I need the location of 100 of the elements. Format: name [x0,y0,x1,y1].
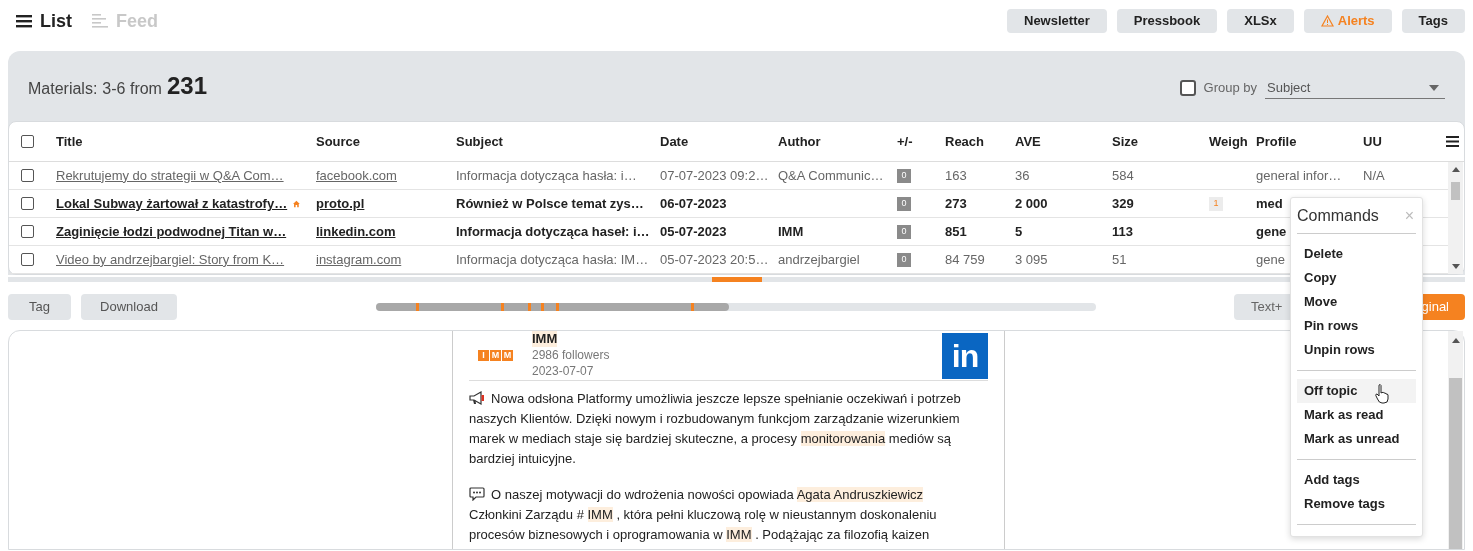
table-cell-text: Q&A Communic… [778,166,884,185]
score-badge: 0 [897,168,911,183]
table-cell-text: gene [1256,222,1287,241]
table-cell-text: 2 000 [1015,194,1048,213]
menu-item[interactable]: Add tags [1297,468,1416,492]
materials-range: 3-6 from [102,79,162,99]
title-link[interactable]: Rekrutujemy do strategii w Q&A Com… [56,165,284,186]
menu-item[interactable]: Unpin rows [1297,338,1416,362]
table-cell-text: 06-07-2023 [660,194,727,213]
table-cell-text: 273 [945,194,967,213]
scroll-up-icon [1451,167,1460,172]
post-paragraph: Nowa odsłona Platformy umożliwia jeszcze lepsze spełnianie oczekiwań i potrzeb naszych Klientów. Dzięki nowym i rozbudowanym funkcjom zarządzanie wizerunkiem marek w mediach staje się bardziej skuteczne, a procesy monitorowania mediów są bardziej intuicyjne. [469,390,962,468]
table-cell-text: Informacja dotycząca haseł: i… [456,222,650,241]
source-link[interactable]: facebook.com [316,165,397,186]
author-name: IMM [532,331,558,347]
column-header[interactable]: UU [1363,133,1382,149]
menu-item[interactable]: Off topic [1297,379,1416,403]
column-header[interactable]: Title [56,133,83,149]
table-cell-text: 584 [1112,166,1134,185]
menu-item[interactable]: Mark as unread [1297,427,1416,451]
source-link[interactable]: linkedin.com [316,221,396,242]
table-cell-text: med [1256,194,1283,213]
source-link[interactable]: proto.pl [316,193,365,214]
score-badge: 0 [897,224,911,239]
toolbar-button[interactable]: Tags [1401,9,1465,33]
row-checkbox[interactable] [21,197,34,210]
pointer-cursor-icon [1375,384,1389,404]
column-header[interactable]: +/- [897,133,913,149]
menu-item[interactable]: Mark as read [1297,403,1416,427]
splitter-handle[interactable] [711,277,762,282]
row-checkbox[interactable] [21,169,34,182]
table-cell-text: 3 095 [1015,250,1048,269]
table-cell-text: Informacja dotycząca hasła: i… [456,166,637,185]
column-menu-icon [1446,136,1459,147]
company-logo: I M M [478,350,513,361]
list-icon [16,14,32,28]
table-cell-text: andrzejbargiel [778,250,860,269]
row-checkbox[interactable] [21,253,34,266]
table-cell-text: 05-07-2023 [660,222,727,241]
action-button[interactable]: Tag [8,294,71,320]
scrollbar[interactable] [1448,331,1463,549]
scrollbar[interactable] [1448,162,1463,274]
toolbar-button[interactable]: XLSx [1227,9,1294,33]
feed-icon [92,13,108,29]
column-header[interactable]: AVE [1015,133,1041,149]
column-header[interactable]: Subject [456,133,503,149]
group-by-checkbox[interactable] [1179,80,1196,96]
dropdown-caret-icon [1429,84,1439,91]
table-cell-text: gene [1256,250,1285,269]
select-all-checkbox[interactable] [21,135,34,148]
column-header[interactable]: Size [1112,133,1138,149]
table-cell-text: 329 [1112,194,1134,213]
scrollbar-thumb[interactable] [1451,182,1460,200]
group-by-select[interactable]: Subject [1265,77,1445,99]
scroll-down-icon [1451,264,1460,269]
table-cell-text: 851 [945,222,967,241]
column-header[interactable]: Date [660,133,689,149]
post-date: 2023-07-07 [532,363,595,379]
table-cell-text: 05-07-2023 20:5… [660,250,769,269]
weight-badge: 1 [1209,196,1223,211]
toolbar-button[interactable]: Pressbook [1116,9,1218,33]
table-cell-text: Również w Polsce temat zys… [456,194,644,213]
title-link[interactable]: Video by andrzejbargiel: Story from K… [56,249,285,270]
materials-total: 231 [166,71,207,101]
title-link[interactable]: Lokal Subway żartował z katastrofy… [56,193,288,214]
menu-item[interactable]: Copy [1297,266,1416,290]
score-badge: 0 [897,196,911,211]
title-link[interactable]: Zaginięcie łodzi podwodnej Titan w… [56,221,287,242]
megaphone-icon [469,391,485,405]
source-link[interactable]: instagram.com [316,249,402,270]
column-header[interactable]: Source [316,133,361,149]
row-checkbox[interactable] [21,225,34,238]
action-button[interactable]: Download [81,294,177,320]
list-view-tab[interactable]: List [16,7,72,35]
table-cell-text: 5 [1015,222,1023,241]
table-cell-text: N/A [1363,166,1385,185]
toolbar-button[interactable]: Newsletter [1007,9,1107,33]
post-paragraph: O naszej motywacji do wdrożenia nowości opowiada Agata Andruszkiewicz Członkini Zarządu # IMM , która pełni kluczową rolę w nieustannym doskonaleniu procesów biznesowych i oprogramowania w IMM . Podążając za filozofią kaizen [469,486,938,544]
table-cell-text: 51 [1112,250,1127,269]
column-header[interactable]: Profile [1256,133,1297,149]
menu-item[interactable]: Delete [1297,242,1416,266]
materials-label: Materials: [28,79,98,99]
menu-item[interactable]: Remove tags [1297,492,1416,516]
table-cell-text: 84 759 [945,250,985,269]
scrollbar-thumb[interactable] [1449,378,1462,549]
speech-bubble-icon [469,487,485,501]
table-cell-text: 163 [945,166,967,185]
network-logo: in [942,333,988,379]
group-by-label: Group by [1203,79,1257,98]
table-cell-text: general infor… [1256,166,1342,185]
column-header[interactable]: Weigh [1209,133,1248,149]
score-badge: 0 [897,252,911,267]
table-cell-text: 36 [1015,166,1030,185]
table-cell-text: IMM [778,222,804,241]
column-header[interactable]: Reach [945,133,985,149]
table-cell-text: 113 [1112,222,1133,241]
table-cell-text: Informacja dotycząca hasła: IM… [456,250,649,269]
column-header[interactable]: Author [778,133,821,149]
popup-title: Commands [1297,205,1379,226]
table-cell-text: 07-07-2023 09:2… [660,166,769,185]
